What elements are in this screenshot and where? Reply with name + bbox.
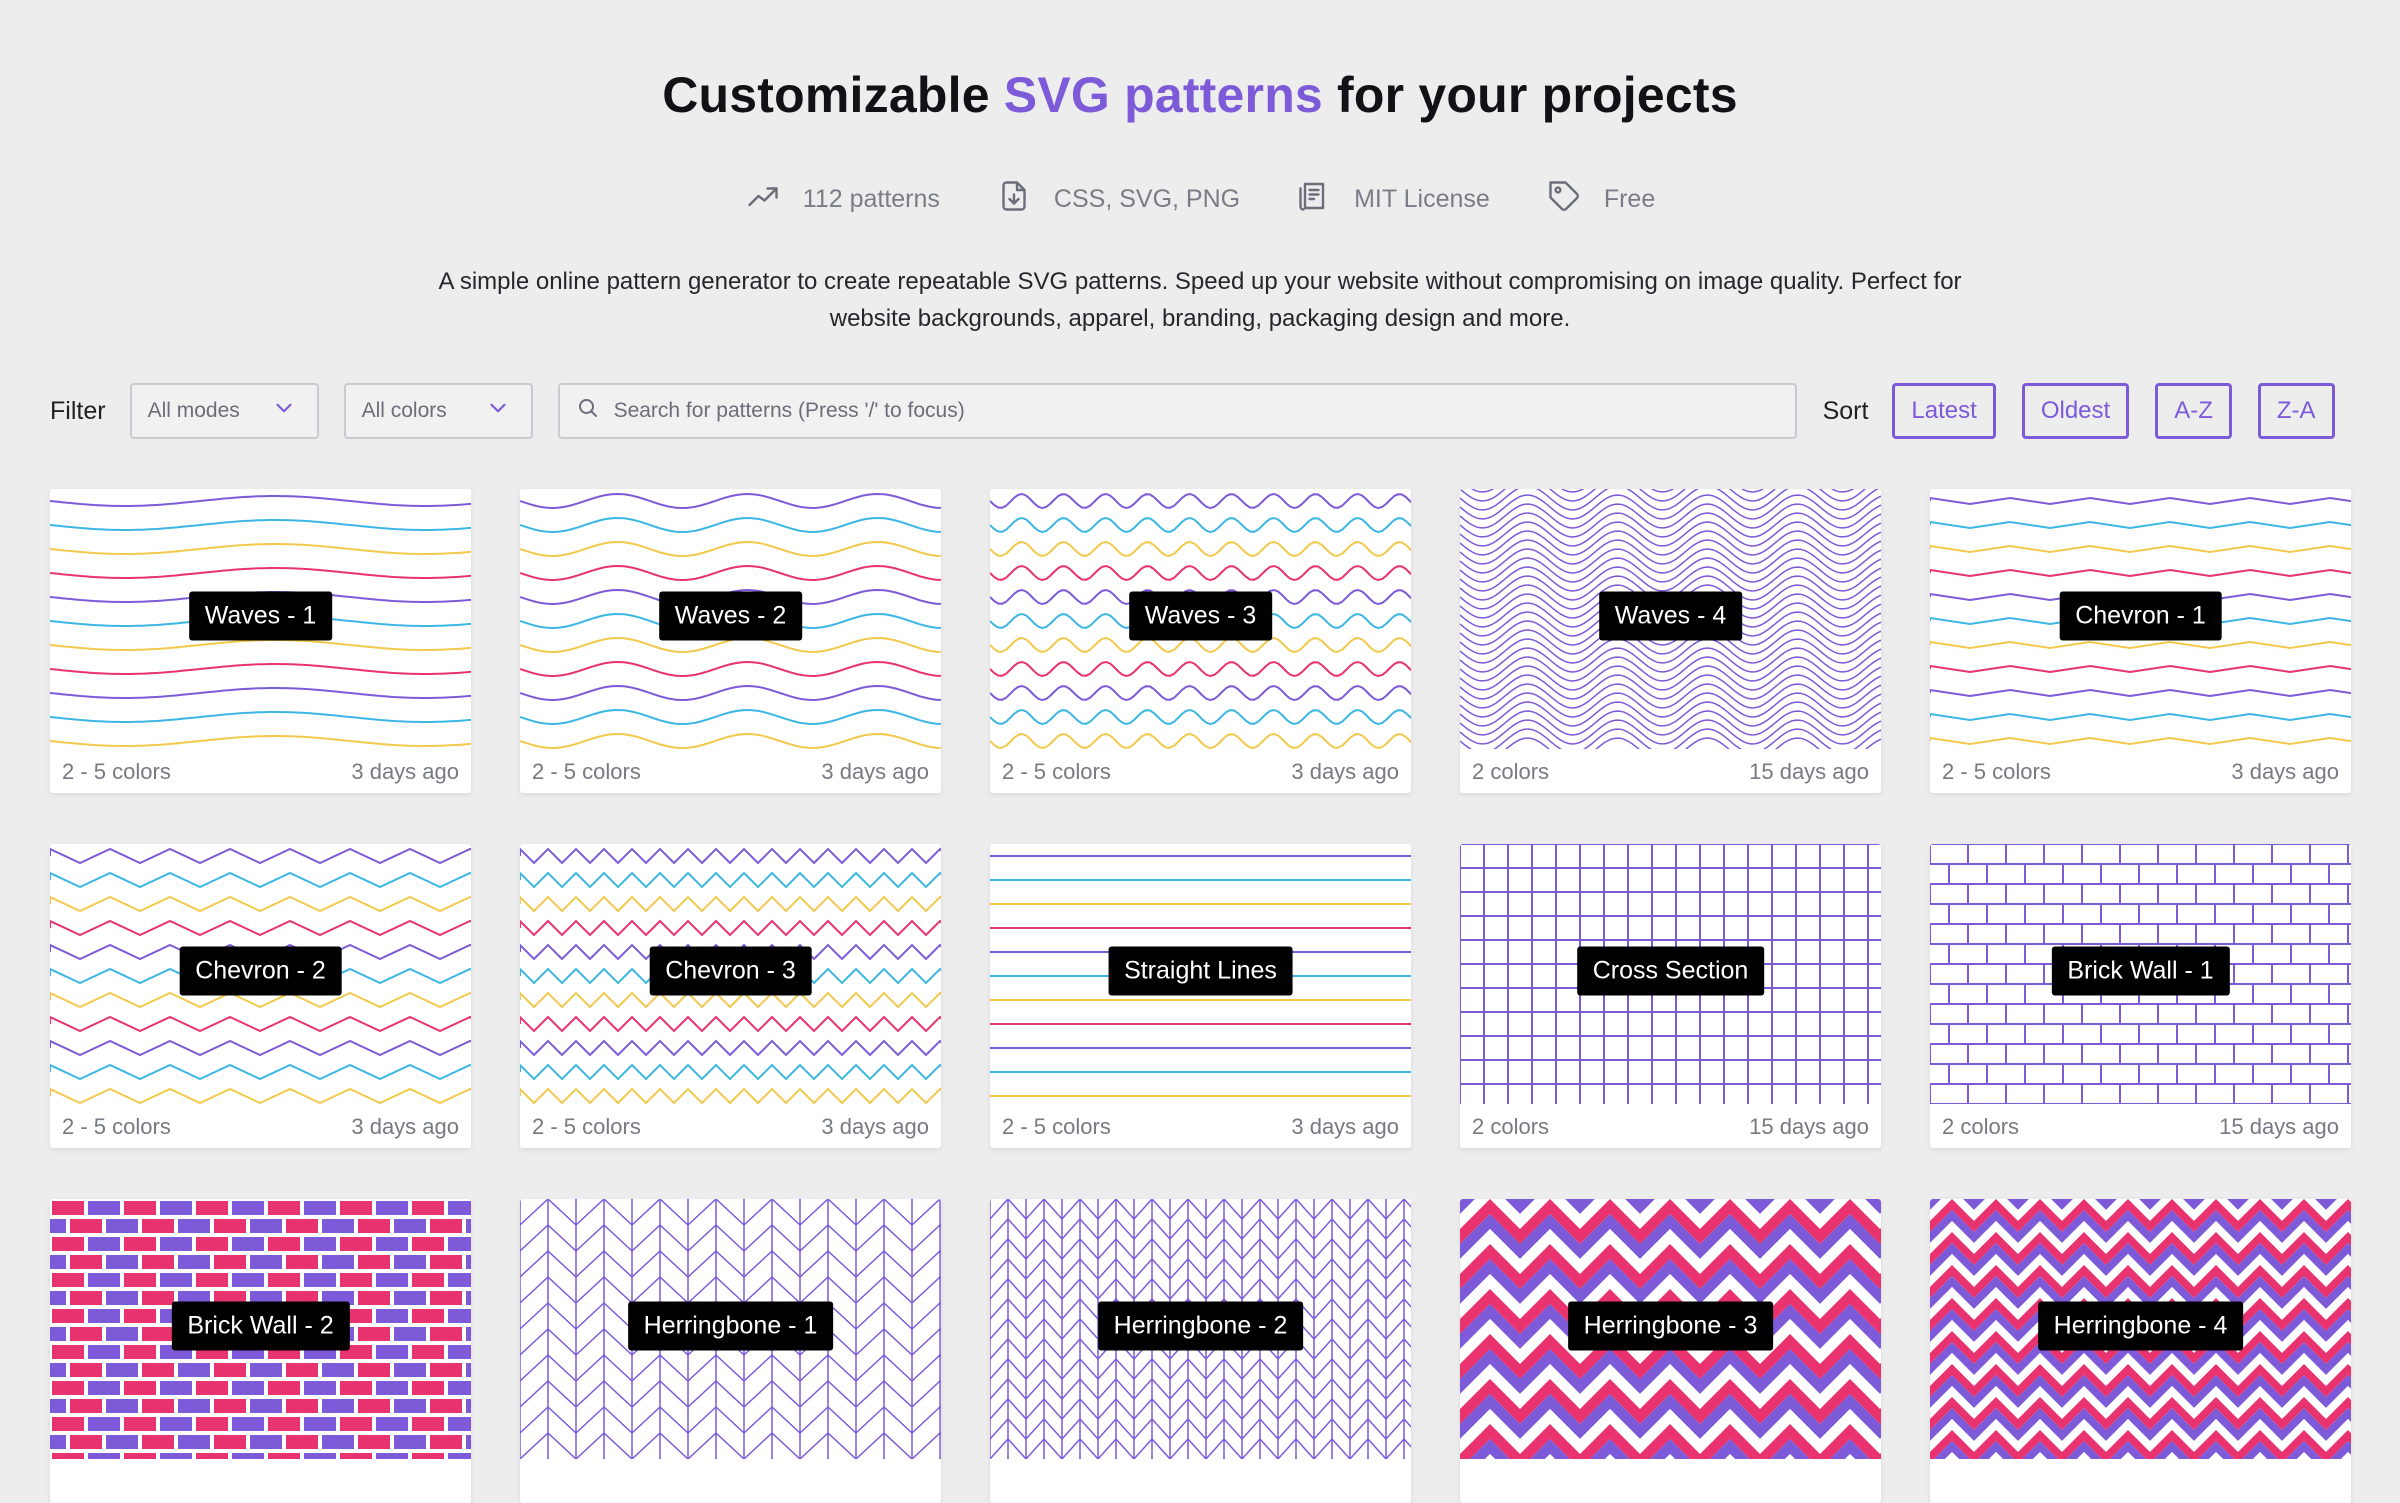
pattern-name: Waves - 4	[1598, 591, 1743, 641]
intro-description: A simple online pattern generator to cre…	[438, 268, 1962, 332]
pattern-meta: 2 colors 15 days ago	[1472, 1114, 1869, 1140]
stats-bar: 112 patterns CSS, SVG, PNG MIT License F…	[0, 178, 2400, 221]
pattern-colors: 2 - 5 colors	[1002, 1114, 1111, 1139]
pattern-card[interactable]: Brick Wall - 1 2 colors 15 days ago	[1930, 844, 2351, 1148]
sort-az-button[interactable]: A-Z	[2155, 383, 2232, 439]
pattern-name: Straight Lines	[1108, 946, 1293, 996]
pattern-colors: 2 - 5 colors	[532, 759, 641, 784]
pattern-colors: 2 colors	[1472, 1114, 1550, 1139]
pattern-meta: 2 - 5 colors 3 days ago	[532, 759, 929, 785]
pattern-card[interactable]: Chevron - 1 2 - 5 colors 3 days ago	[1930, 489, 2351, 793]
filter-toolbar: Filter All modes All colors Sort Latest …	[50, 383, 2352, 439]
page-title: Customizable SVG patterns for your proje…	[662, 67, 1738, 123]
pattern-card[interactable]: Chevron - 3 2 - 5 colors 3 days ago	[520, 844, 941, 1148]
pattern-date: 3 days ago	[351, 1114, 459, 1139]
pattern-card[interactable]: Waves - 4 2 colors 15 days ago	[1460, 489, 1881, 793]
stat-price: Free	[1546, 178, 1655, 221]
colors-select[interactable]: All colors	[343, 383, 533, 439]
pattern-grid: Waves - 12 - 5 colors 3 days ago Waves - 2…	[50, 489, 2351, 1503]
pattern-date: 15 days ago	[2219, 1114, 2339, 1139]
modes-select[interactable]: All modes	[129, 383, 319, 439]
pattern-card[interactable]: Brick Wall - 2	[50, 1199, 471, 1503]
pattern-name: Chevron - 1	[2059, 591, 2222, 641]
pattern-colors: 2 colors	[1472, 759, 1550, 784]
filter-label: Filter	[50, 396, 106, 425]
search-field[interactable]	[557, 383, 1797, 439]
pattern-colors: 2 - 5 colors	[1942, 759, 2051, 784]
pattern-name: Herringbone - 1	[627, 1301, 834, 1351]
pattern-meta: 2 - 5 colors 3 days ago	[1942, 759, 2339, 785]
price-tag-icon	[1546, 178, 1582, 221]
chevron-down-icon	[485, 395, 511, 427]
search-icon	[576, 396, 614, 426]
pattern-colors: 2 colors	[1942, 1114, 2020, 1139]
pattern-name: Waves - 2	[658, 591, 803, 641]
pattern-meta: 2 - 5 colors 3 days ago	[1002, 1114, 1399, 1140]
pattern-colors: 2 - 5 colors	[62, 759, 171, 784]
pattern-card[interactable]: Herringbone - 2	[990, 1199, 1411, 1503]
pattern-name: Herringbone - 2	[1097, 1301, 1304, 1351]
pattern-name: Brick Wall - 1	[2051, 946, 2230, 996]
pattern-date: 3 days ago	[1291, 1114, 1399, 1139]
pattern-card[interactable]: Waves - 3 2 - 5 colors 3 days ago	[990, 489, 1411, 793]
pattern-name: Brick Wall - 2	[171, 1301, 350, 1351]
pattern-meta: 2 colors 15 days ago	[1942, 1114, 2339, 1140]
pattern-date: 3 days ago	[1291, 759, 1399, 784]
pattern-name: Waves - 3	[1128, 591, 1273, 641]
sort-label: Sort	[1822, 396, 1869, 425]
pattern-date: 15 days ago	[1749, 759, 1869, 784]
pattern-meta: 2 - 5 colors 3 days ago	[62, 759, 459, 785]
pattern-meta: 2 colors 15 days ago	[1472, 759, 1869, 785]
pattern-date: 3 days ago	[351, 759, 459, 784]
sort-latest-button[interactable]: Latest	[1892, 383, 1996, 439]
pattern-colors: 2 - 5 colors	[532, 1114, 641, 1139]
stat-license: MIT License	[1296, 178, 1490, 221]
sort-za-button[interactable]: Z-A	[2257, 383, 2335, 439]
pattern-card[interactable]: Waves - 2 2 - 5 colors 3 days ago	[520, 489, 941, 793]
pattern-date: 3 days ago	[821, 759, 929, 784]
pattern-date: 15 days ago	[1749, 1114, 1869, 1139]
pattern-date: 3 days ago	[2231, 759, 2339, 784]
stat-patterns: 112 patterns	[745, 178, 940, 221]
pattern-name: Waves - 1	[188, 591, 333, 641]
pattern-card[interactable]: Herringbone - 1	[520, 1199, 941, 1503]
license-icon	[1296, 178, 1332, 221]
pattern-card[interactable]: Waves - 1 2 - 5 colors 3 days ago	[50, 489, 471, 793]
pattern-colors: 2 - 5 colors	[1002, 759, 1111, 784]
pattern-card[interactable]: Herringbone - 3	[1460, 1199, 1881, 1503]
pattern-meta: 2 - 5 colors 3 days ago	[532, 1114, 929, 1140]
pattern-card[interactable]: Cross Section 2 colors 15 days ago	[1460, 844, 1881, 1148]
pattern-date: 3 days ago	[821, 1114, 929, 1139]
pattern-name: Chevron - 2	[179, 946, 342, 996]
sort-oldest-button[interactable]: Oldest	[2021, 383, 2130, 439]
pattern-card[interactable]: Straight Lines 2 - 5 colors 3 days ago	[990, 844, 1411, 1148]
pattern-meta: 2 - 5 colors 3 days ago	[62, 1114, 459, 1140]
chevron-down-icon	[271, 395, 297, 427]
pattern-name: Cross Section	[1576, 946, 1765, 996]
pattern-name: Chevron - 3	[649, 946, 812, 996]
pattern-meta: 2 - 5 colors 3 days ago	[1002, 759, 1399, 785]
pattern-name: Herringbone - 4	[2037, 1301, 2244, 1351]
pattern-card[interactable]: Chevron - 2 2 - 5 colors 3 days ago	[50, 844, 471, 1148]
pattern-colors: 2 - 5 colors	[62, 1114, 171, 1139]
pattern-card[interactable]: Herringbone - 4	[1930, 1199, 2351, 1503]
file-download-icon	[996, 178, 1032, 221]
stat-formats: CSS, SVG, PNG	[996, 178, 1240, 221]
trending-up-icon	[745, 178, 781, 221]
pattern-name: Herringbone - 3	[1567, 1301, 1774, 1351]
search-input[interactable]	[613, 399, 1779, 423]
hero: Customizable SVG patterns for your proje…	[0, 0, 2400, 337]
